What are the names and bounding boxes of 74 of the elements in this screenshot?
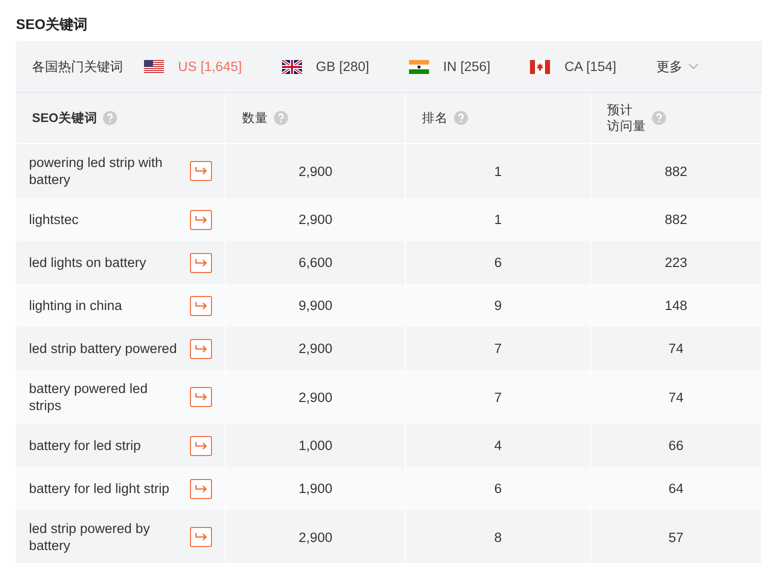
number-text: 1	[494, 164, 502, 178]
help-icon[interactable]	[274, 111, 288, 125]
number-text: 7	[494, 341, 502, 356]
number-text: 882	[664, 212, 688, 227]
number-text: 2,900	[298, 341, 332, 356]
help-icon[interactable]	[103, 111, 118, 125]
number-text: 1,000	[298, 438, 332, 453]
number-text: 7	[494, 390, 502, 404]
number-text: 6	[494, 255, 502, 270]
number-text: 66	[668, 438, 684, 453]
keyword-text: powering led strip with battery	[29, 154, 164, 188]
help-icon[interactable]	[652, 111, 666, 125]
help-icon[interactable]	[454, 111, 468, 125]
country-tab[interactable]: GB [280]	[282, 59, 370, 74]
countries-label: 各国热门关键词	[32, 58, 124, 76]
india-flag-icon	[409, 60, 430, 74]
country-tab[interactable]: CA [154]	[530, 59, 616, 74]
number-text: 1	[494, 212, 502, 227]
number-text: 1,900	[298, 481, 332, 496]
number-text: 2,900	[298, 164, 332, 178]
number-text: 8	[494, 530, 502, 544]
arrow-right-icon	[194, 532, 208, 542]
number-text: 6	[494, 481, 502, 496]
number-text: 57	[668, 530, 684, 544]
open-link-button[interactable]	[190, 527, 212, 547]
section-title: SEO关键词	[16, 14, 89, 34]
number-text: 2,900	[298, 390, 332, 404]
number-text: 6,600	[298, 255, 332, 270]
number-text: 4	[494, 438, 502, 453]
number-text: 148	[664, 298, 688, 313]
open-link-button[interactable]	[190, 478, 212, 498]
number-text: 9,900	[298, 298, 332, 313]
header-label: 预计	[607, 102, 634, 118]
open-link-button[interactable]	[190, 387, 212, 407]
uk-flag-icon	[282, 60, 302, 74]
arrow-right-icon	[194, 166, 208, 176]
number-text: 2,900	[298, 530, 332, 544]
keyword-text: battery for led strip	[29, 437, 141, 454]
country-tab[interactable]: IN [256]	[409, 59, 490, 74]
keyword-text: lighting in china	[29, 297, 122, 314]
open-link-button[interactable]	[190, 210, 212, 230]
keyword-text: led strip battery powered	[29, 340, 177, 357]
keyword-text: lightstec	[29, 211, 79, 228]
keyword-text: led strip powered by battery	[29, 520, 151, 554]
number-text: 74	[668, 341, 684, 356]
number-text: 9	[494, 298, 502, 313]
arrow-right-icon	[194, 214, 208, 224]
open-link-button[interactable]	[190, 296, 212, 316]
header-label: 数量	[242, 110, 268, 126]
arrow-right-icon	[194, 440, 208, 450]
keyword-text: battery for led light strip	[29, 480, 170, 497]
number-text: 223	[664, 255, 688, 270]
keyword-text: led lights on battery	[29, 254, 146, 271]
more-dropdown[interactable]: 更多	[656, 58, 700, 76]
keyword-text: battery powered led strips	[29, 380, 149, 414]
us-flag-icon	[144, 60, 164, 74]
number-text: 64	[668, 481, 684, 496]
number-text: 2,900	[298, 212, 332, 227]
arrow-right-icon	[194, 344, 208, 354]
number-text: 74	[668, 390, 684, 404]
open-link-button[interactable]	[190, 161, 212, 181]
arrow-right-icon	[194, 258, 208, 268]
arrow-right-icon	[194, 484, 208, 494]
header-label: SEO关键词	[32, 110, 98, 126]
open-link-button[interactable]	[190, 338, 212, 358]
header-label: 排名	[422, 110, 448, 126]
number-text: 882	[664, 164, 688, 178]
arrow-right-icon	[194, 392, 208, 402]
arrow-right-icon	[194, 300, 208, 310]
header-label: 访问量	[607, 118, 646, 134]
open-link-button[interactable]	[190, 436, 212, 456]
chevron-down-icon	[688, 63, 700, 70]
canada-flag-icon	[530, 60, 550, 74]
open-link-button[interactable]	[190, 252, 212, 272]
